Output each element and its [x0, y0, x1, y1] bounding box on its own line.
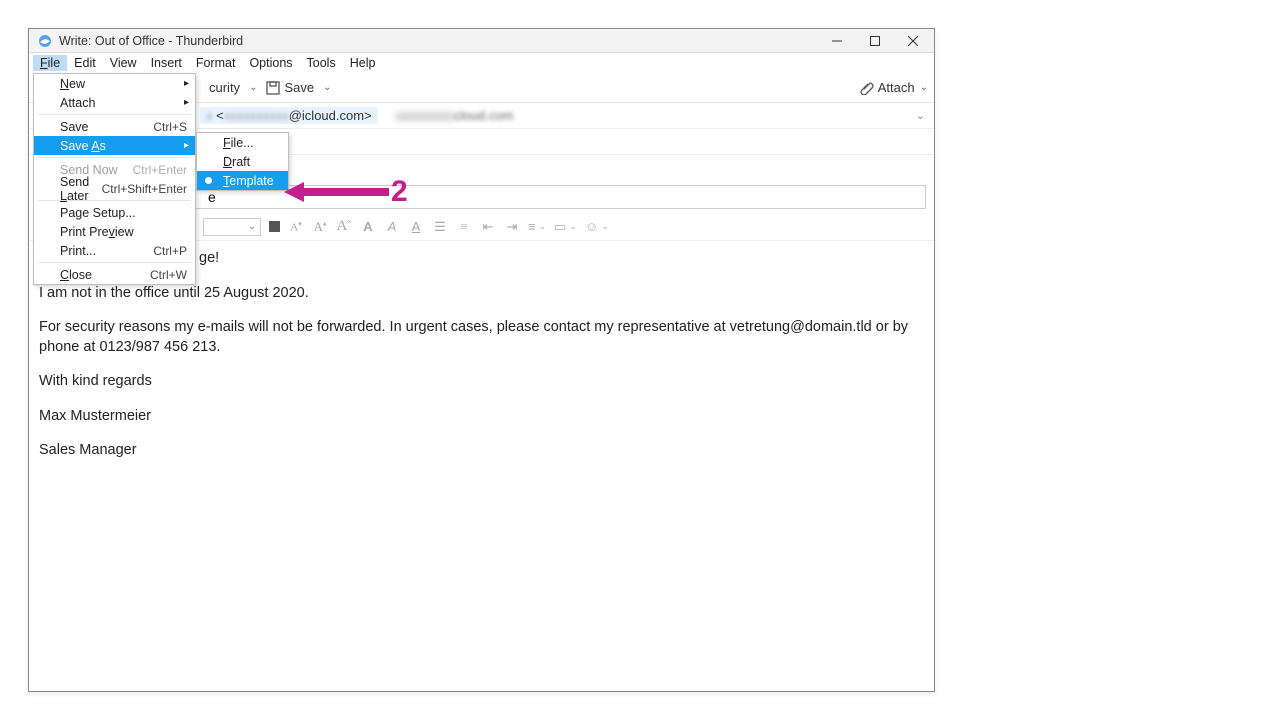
menu-tools[interactable]: Tools: [300, 55, 343, 71]
close-button[interactable]: [894, 29, 932, 53]
outdent-icon[interactable]: ⇤: [480, 219, 496, 235]
from-chevron-icon[interactable]: ⌄: [916, 109, 928, 122]
minimize-button[interactable]: [818, 29, 856, 53]
menu-item-page-setup[interactable]: Page Setup...: [34, 203, 195, 222]
menu-item-attach[interactable]: Attach▸: [34, 93, 195, 112]
paperclip-icon: [860, 81, 874, 95]
submenu-item-file[interactable]: File...: [197, 133, 288, 152]
italic-icon[interactable]: A: [384, 219, 400, 234]
menu-options[interactable]: Options: [242, 55, 299, 71]
emoji-dropdown[interactable]: ☺⌄: [585, 219, 609, 234]
body-line-3: With kind regards: [39, 372, 924, 392]
font-size-dropdown[interactable]: ⌄: [203, 218, 261, 236]
save-chevron-icon[interactable]: ⌄: [323, 82, 331, 93]
from-extra-blur: xxxxxxxxxcloud.com: [396, 108, 514, 123]
security-button[interactable]: curity: [204, 78, 245, 97]
save-button-label: Save: [284, 80, 314, 95]
bullet-list-icon[interactable]: ☰: [432, 219, 448, 235]
attach-chevron-icon[interactable]: ⌄: [920, 82, 928, 93]
menu-item-send-later[interactable]: Send LaterCtrl+Shift+Enter: [34, 179, 195, 198]
file-menu: New▸ Attach▸ SaveCtrl+S Save As▸ Send No…: [33, 73, 196, 285]
annotation-number: 2: [391, 175, 408, 209]
menu-view[interactable]: View: [103, 55, 144, 71]
attach-label: Attach: [878, 80, 915, 95]
save-as-submenu: File... Draft Template: [196, 132, 289, 191]
menu-item-save[interactable]: SaveCtrl+S: [34, 117, 195, 136]
decrease-font-icon[interactable]: A▾: [288, 220, 304, 234]
attach-button[interactable]: Attach: [855, 78, 920, 97]
security-chevron-icon[interactable]: ⌄: [249, 82, 257, 93]
security-label-tail: curity: [209, 80, 240, 95]
message-body[interactable]: ge! I am not in the office until 25 Augu…: [29, 241, 934, 676]
from-address-pill[interactable]: x <xxxxxxxxxx@icloud.com>: [200, 107, 378, 124]
menu-item-send-now[interactable]: Send NowCtrl+Enter: [34, 160, 195, 179]
text-color-swatch[interactable]: [269, 221, 280, 232]
body-line-1: I am not in the office until 25 August 2…: [39, 284, 924, 304]
submenu-item-template[interactable]: Template: [197, 171, 288, 190]
increase-font-icon[interactable]: A▴: [312, 219, 328, 235]
menu-help[interactable]: Help: [343, 55, 383, 71]
menu-item-print-preview[interactable]: Print Preview: [34, 222, 195, 241]
indent-icon[interactable]: ⇥: [504, 219, 520, 235]
menu-edit[interactable]: Edit: [67, 55, 103, 71]
title-bar: Write: Out of Office - Thunderbird: [29, 29, 934, 53]
menu-file[interactable]: File: [33, 55, 67, 71]
save-icon: [266, 81, 280, 95]
window-controls: [818, 29, 932, 53]
menu-bar: File Edit View Insert Format Options Too…: [29, 53, 934, 73]
maximize-button[interactable]: [856, 29, 894, 53]
underline-icon[interactable]: A: [408, 219, 424, 234]
menu-format[interactable]: Format: [189, 55, 243, 71]
thunderbird-icon: [37, 33, 53, 49]
annotation-arrow: 2: [284, 175, 408, 209]
body-line-4: Max Mustermeier: [39, 407, 924, 427]
window-title: Write: Out of Office - Thunderbird: [59, 34, 818, 48]
submenu-item-draft[interactable]: Draft: [197, 152, 288, 171]
menu-item-save-as[interactable]: Save As▸: [34, 136, 195, 155]
menu-item-close[interactable]: CloseCtrl+W: [34, 265, 195, 284]
body-line-5: Sales Manager: [39, 441, 924, 461]
compose-window: Write: Out of Office - Thunderbird File …: [28, 28, 935, 692]
numbered-list-icon[interactable]: ≡: [456, 219, 472, 235]
save-button[interactable]: Save: [261, 78, 319, 97]
bold-icon[interactable]: A: [360, 219, 376, 234]
menu-insert[interactable]: Insert: [144, 55, 189, 71]
menu-item-print[interactable]: Print...Ctrl+P: [34, 241, 195, 260]
body-line-2: For security reasons my e-mails will not…: [39, 318, 924, 357]
menu-item-new[interactable]: New▸: [34, 74, 195, 93]
align-dropdown[interactable]: ≡⌄: [528, 219, 546, 234]
body-line-0: ge!: [199, 249, 924, 269]
reset-font-icon[interactable]: A×: [336, 218, 352, 235]
insert-image-dropdown[interactable]: ▭⌄: [554, 219, 577, 235]
